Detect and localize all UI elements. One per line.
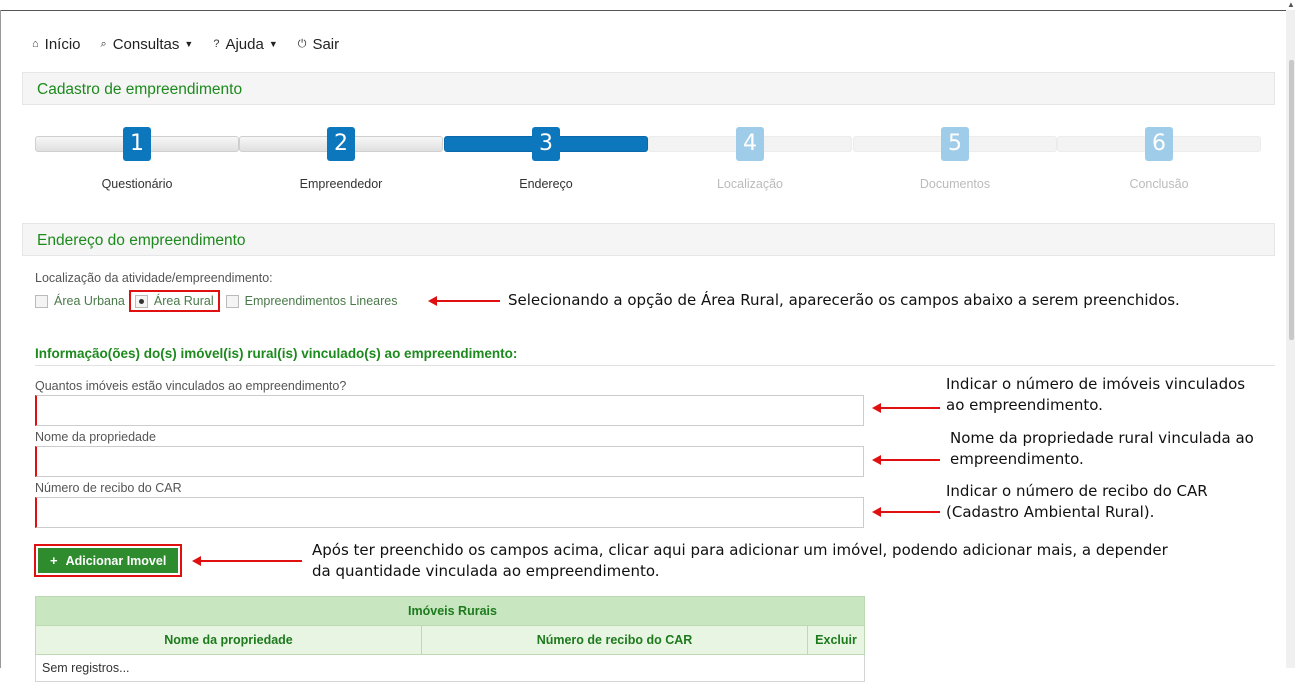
checkbox-lineares[interactable] [225, 294, 239, 308]
step-label: Conclusão [1129, 177, 1189, 191]
top-nav: ⌂ Início ⌕ Consultas ▼ ? Ajuda ▼ ⏻ Sair [32, 33, 359, 55]
location-label: Localização da atividade/empreendimento: [35, 271, 273, 285]
nav-consultas[interactable]: ⌕ Consultas ▼ [101, 36, 194, 53]
nav-ajuda-label: Ajuda [225, 35, 264, 53]
annotation-property: Nome da propriedade rural vinculada ao e… [950, 428, 1254, 470]
annotation-arrow-property [872, 455, 940, 465]
caret-down-icon: ▼ [184, 39, 194, 49]
annotation-quantity-line1: Indicar o número de imóveis vinculados [946, 375, 1246, 393]
annotation-car-line2: (Cadastro Ambiental Rural). [946, 503, 1155, 521]
question-icon: ? [213, 38, 220, 50]
caret-down-icon: ▼ [268, 39, 278, 49]
option-area-urbana-label: Área Urbana [54, 294, 125, 308]
plus-icon: + [50, 553, 58, 568]
annotation-quantity-line2: ao empreendimento. [946, 396, 1103, 414]
annotation-button-line1: Após ter preenchido os campos acima, cli… [312, 541, 1168, 559]
checkbox-area-urbana[interactable] [35, 294, 48, 308]
nav-inicio-label: Início [44, 35, 81, 53]
car-receipt-label: Número de recibo do CAR [35, 481, 182, 495]
annotation-property-line2: empreendimento. [950, 450, 1084, 468]
highlight-area-rural: Área Rural [128, 290, 220, 312]
location-options: Área Urbana Área Rural Empreendimentos L… [35, 290, 398, 312]
step-number: 2 [327, 127, 355, 161]
wizard-step-5: 5 Documentos [853, 127, 1057, 197]
quantity-input[interactable] [35, 395, 864, 426]
add-property-button-label: Adicionar Imovel [65, 553, 167, 568]
nav-sair-label: Sair [312, 35, 340, 53]
wizard-step-6: 6 Conclusão [1057, 127, 1261, 197]
step-number: 5 [941, 127, 969, 161]
scrollbar-thumb[interactable] [1289, 60, 1294, 340]
annotation-arrow-option [428, 296, 500, 306]
column-header-delete[interactable]: Excluir [807, 625, 865, 655]
table-caption: Imóveis Rurais [35, 596, 865, 626]
step-label: Endereço [519, 177, 573, 191]
step-number: 4 [736, 127, 764, 161]
column-header-property[interactable]: Nome da propriedade [35, 625, 422, 655]
home-icon: ⌂ [32, 38, 39, 50]
annotation-arrow-quantity [872, 403, 940, 413]
nav-consultas-label: Consultas [112, 35, 180, 53]
annotation-car: Indicar o número de recibo do CAR (Cadas… [946, 481, 1208, 523]
page-title: Cadastro de empreendimento [22, 72, 1275, 105]
rural-section-title: Informação(ões) do(s) imóvel(is) rural(i… [35, 346, 518, 361]
annotation-option: Selecionando a opção de Área Rural, apar… [508, 291, 1180, 309]
column-header-car[interactable]: Número de recibo do CAR [421, 625, 808, 655]
step-label: Localização [716, 177, 783, 191]
wizard-step-1[interactable]: 1 Questionário [35, 127, 239, 197]
annotation-button-line2: da quantidade vinculada ao empreendiment… [312, 562, 660, 580]
annotation-arrow-button [192, 556, 302, 566]
window-top-border [0, 10, 1286, 11]
wizard-steps: 1 Questionário 2 Empreendedor 3 Endereço… [35, 127, 1262, 197]
step-label: Empreendedor [299, 177, 383, 191]
nav-sair[interactable]: ⏻ Sair [298, 36, 339, 53]
option-lineares-label: Empreendimentos Lineares [244, 294, 398, 308]
power-icon: ⏻ [297, 37, 307, 50]
step-number: 3 [532, 127, 560, 161]
add-property-button[interactable]: + Adicionar Imovel [38, 548, 179, 573]
rural-properties-table: Imóveis Rurais Nome da propriedade Númer… [35, 596, 865, 682]
wizard-step-4: 4 Localização [648, 127, 852, 197]
section-title: Endereço do empreendimento [22, 223, 1275, 256]
table-empty-message: Sem registros... [35, 654, 865, 682]
step-label: Questionário [101, 177, 173, 191]
search-icon: ⌕ [100, 37, 107, 50]
option-lineares[interactable]: Empreendimentos Lineares [225, 294, 398, 308]
car-receipt-input[interactable] [35, 497, 864, 528]
step-label: Documentos [919, 177, 991, 191]
option-area-rural[interactable]: Área Rural [134, 294, 214, 308]
wizard-step-3[interactable]: 3 Endereço [444, 127, 648, 197]
quantity-label: Quantos imóveis estão vinculados ao empr… [35, 379, 347, 393]
annotation-quantity: Indicar o número de imóveis vinculados a… [946, 374, 1245, 416]
annotation-arrow-car [872, 507, 940, 517]
scroll-up-icon[interactable]: ▲ [1287, 0, 1295, 9]
window-left-border [0, 10, 1, 668]
step-number: 6 [1145, 127, 1173, 161]
wizard-step-2[interactable]: 2 Empreendedor [239, 127, 443, 197]
annotation-car-line1: Indicar o número de recibo do CAR [946, 482, 1208, 500]
option-area-urbana[interactable]: Área Urbana [35, 294, 125, 308]
option-area-rural-label: Área Rural [153, 294, 214, 308]
highlight-add-button: + Adicionar Imovel [34, 544, 183, 577]
annotation-button: Após ter preenchido os campos acima, cli… [312, 540, 1168, 582]
annotation-property-line1: Nome da propriedade rural vinculada ao [950, 429, 1254, 447]
checkbox-area-rural[interactable] [134, 294, 148, 308]
nav-inicio[interactable]: ⌂ Início [32, 36, 81, 53]
step-number: 1 [123, 127, 151, 161]
property-name-input[interactable] [35, 446, 864, 477]
section-divider [35, 365, 1275, 366]
nav-ajuda[interactable]: ? Ajuda ▼ [213, 36, 277, 53]
property-name-label: Nome da propriedade [35, 430, 156, 444]
